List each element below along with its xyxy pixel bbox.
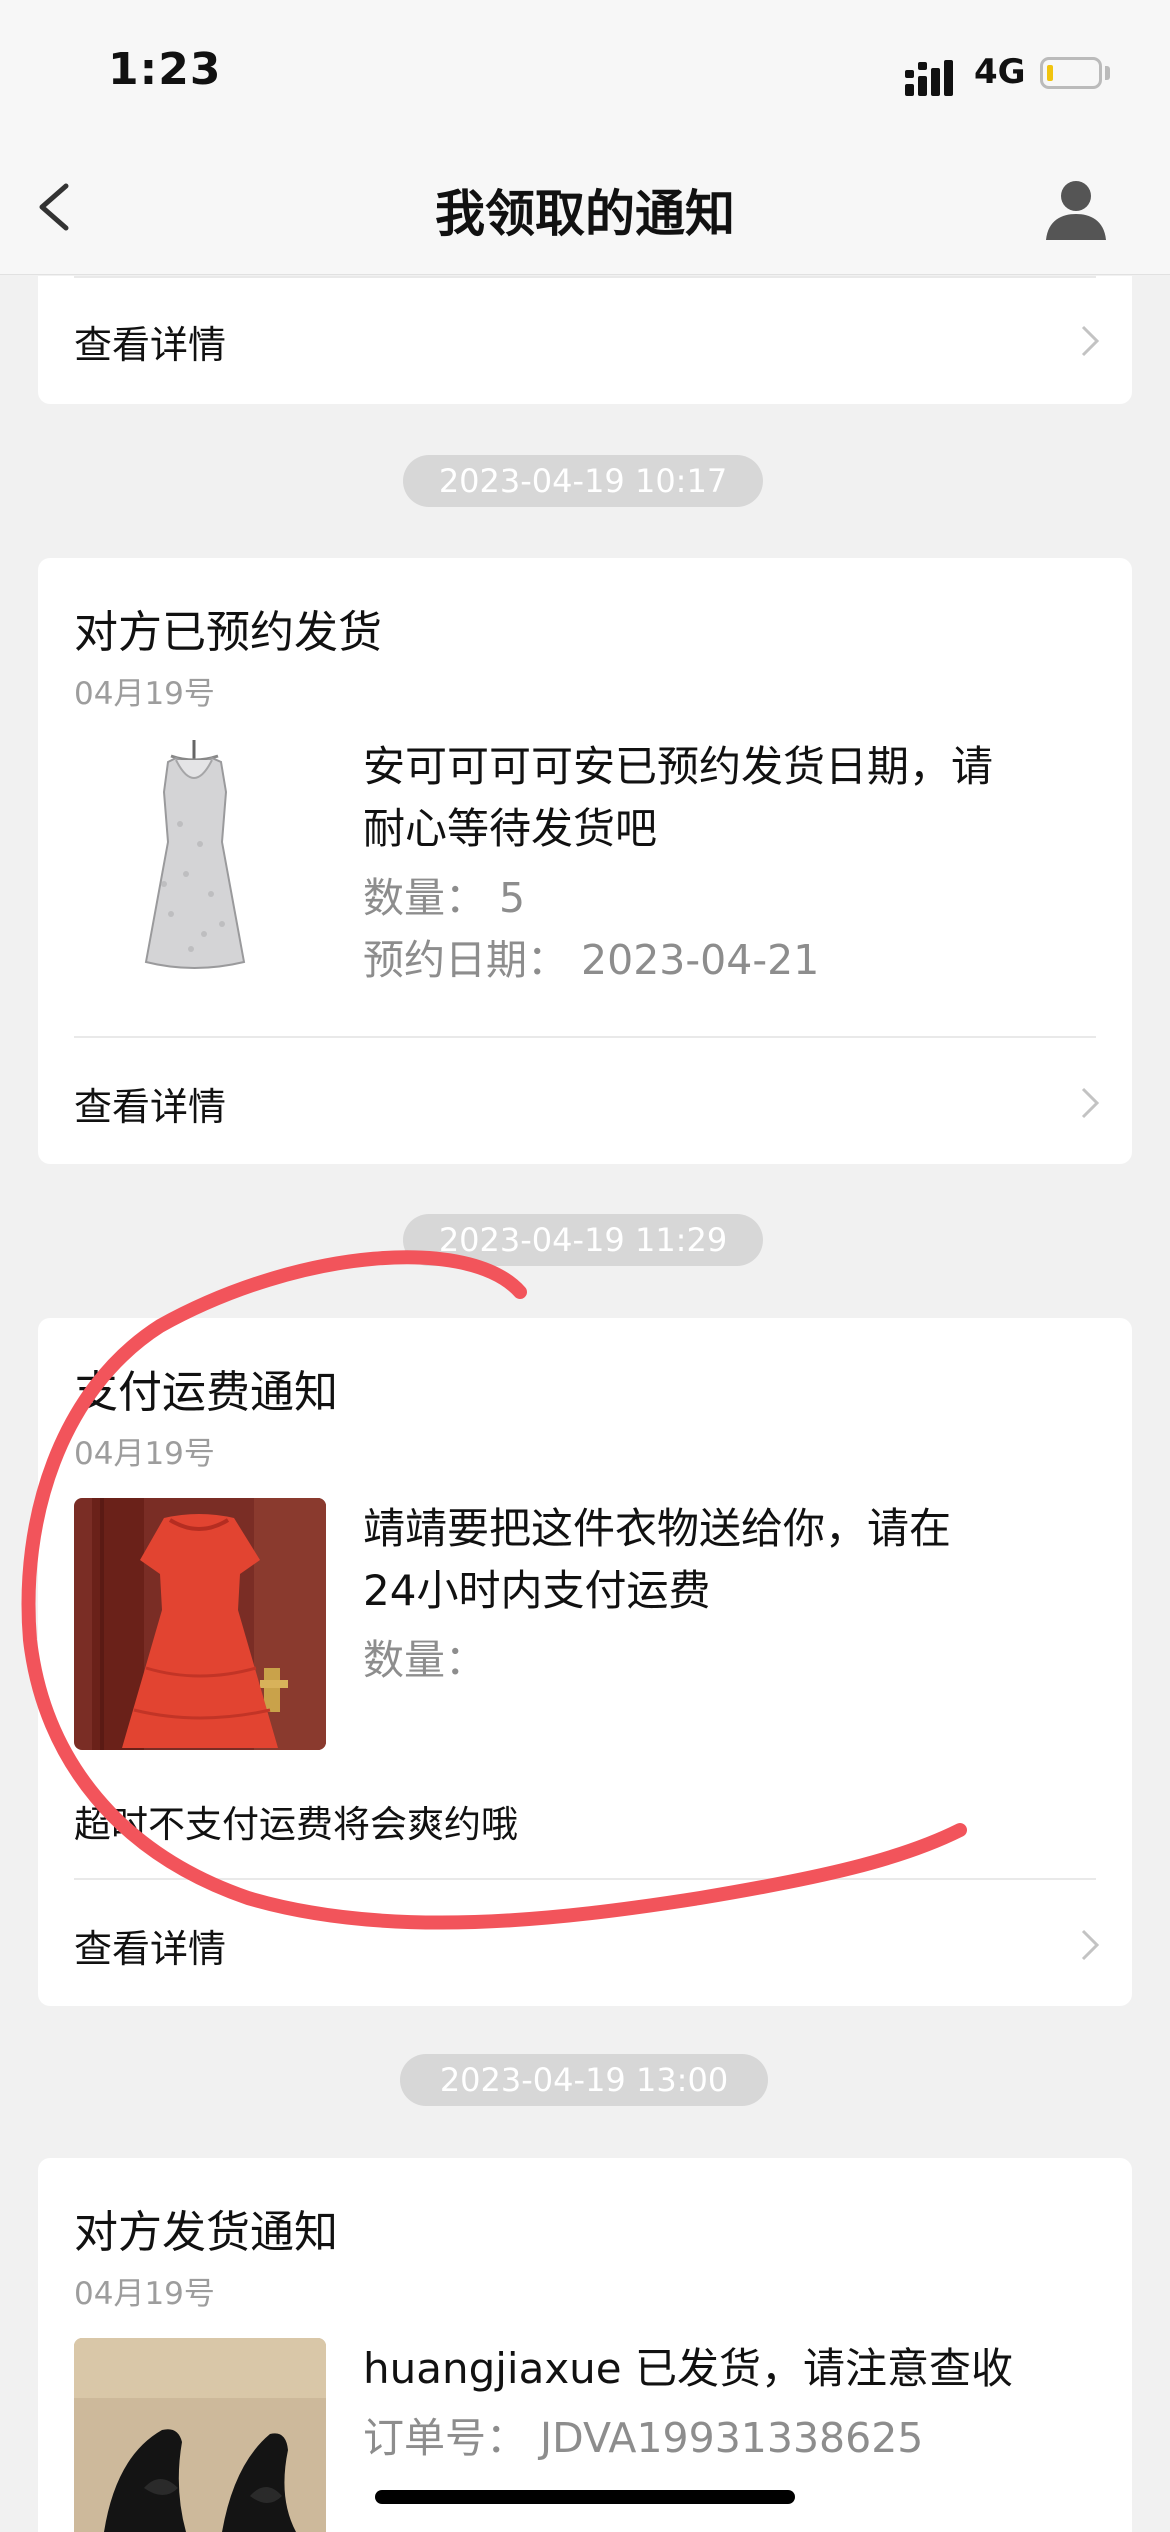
timestamp-badge: 2023-04-19 11:29	[403, 1214, 763, 1266]
scheduled-date-text: 预约日期： 2023-04-21	[363, 936, 820, 984]
card-date: 04月19号	[74, 1436, 215, 1472]
quantity-text: 数量：	[363, 1636, 486, 1684]
page-title: 我领取的通知	[435, 185, 735, 243]
battery-icon	[1040, 57, 1102, 89]
timeout-note: 超时不支付运费将会爽约哦	[74, 1803, 518, 1846]
notification-card: 支付运费通知 04月19号 靖靖要把这件衣物送给你，请在 24小时内支付运费 数…	[38, 1318, 1132, 2006]
home-indicator	[375, 2490, 795, 2504]
notification-card: 对方发货通知 04月19号 huangjiaxue 已发货，请注意查收 订单号：…	[38, 2158, 1132, 2532]
timestamp-badge: 2023-04-19 13:00	[400, 2054, 768, 2106]
shoes-thumbnail-image[interactable]	[74, 2338, 326, 2532]
network-type: 4G	[974, 52, 1026, 92]
card-title: 对方已预约发货	[74, 607, 382, 658]
card-message-line: 24小时内支付运费	[363, 1566, 711, 1615]
status-time: 1:23	[108, 44, 222, 95]
notification-card: 对方已预约发货 04月19号 安可可可可安已预约发货日期，请 耐心等待发货吧 数…	[38, 558, 1132, 1164]
card-date: 04月19号	[74, 676, 215, 712]
battery-tip	[1105, 66, 1110, 80]
card-date: 04月19号	[74, 2276, 215, 2312]
card-message-line: 靖靖要把这件衣物送给你，请在	[363, 1504, 952, 1553]
view-details-label: 查看详情	[74, 323, 227, 367]
chevron-right-icon	[1081, 1929, 1100, 1961]
card-title: 对方发货通知	[74, 2207, 338, 2258]
order-number-text: 订单号： JDVA19931338625	[363, 2414, 924, 2462]
notification-card: 查看详情	[38, 276, 1132, 404]
card-message-line: huangjiaxue 已发货，请注意查收	[363, 2344, 1013, 2393]
view-details-label: 查看详情	[74, 1927, 227, 1971]
card-message-line: 耐心等待发货吧	[363, 804, 658, 853]
chevron-right-icon	[1081, 325, 1100, 357]
card-message-line: 安可可可可安已预约发货日期，请	[363, 742, 994, 791]
view-details-row[interactable]: 查看详情	[38, 1880, 1132, 2006]
signal-icon	[905, 60, 953, 96]
view-details-label: 查看详情	[74, 1085, 227, 1129]
chevron-right-icon	[1081, 1087, 1100, 1119]
timestamp-badge: 2023-04-19 10:17	[403, 455, 763, 507]
user-profile-icon[interactable]	[1040, 172, 1112, 244]
red-dress-thumbnail-image[interactable]	[74, 1498, 326, 1750]
view-details-row[interactable]: 查看详情	[38, 1038, 1132, 1164]
view-details-row[interactable]: 查看详情	[38, 276, 1132, 402]
quantity-text: 数量： 5	[363, 874, 526, 922]
card-title: 支付运费通知	[74, 1367, 338, 1418]
dress-thumbnail-image[interactable]	[76, 734, 326, 984]
